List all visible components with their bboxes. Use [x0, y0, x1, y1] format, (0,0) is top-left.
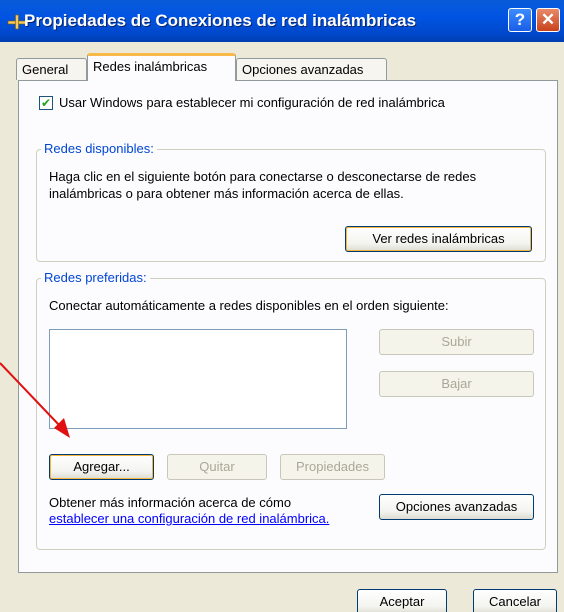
available-networks-legend: Redes disponibles: — [41, 141, 157, 156]
tab-general[interactable]: General — [16, 58, 87, 80]
preferred-networks-group: Redes preferidas: Conectar automáticamen… — [36, 270, 546, 550]
use-windows-checkbox-label[interactable]: Usar Windows para establecer mi configur… — [59, 95, 445, 110]
dialog-window: Propiedades de Conexiones de red inalámb… — [0, 0, 564, 612]
cancel-button[interactable]: Cancelar — [473, 589, 557, 612]
more-info-link[interactable]: establecer una configuración de red inal… — [49, 511, 329, 526]
advanced-options-button[interactable]: Opciones avanzadas — [379, 494, 534, 520]
preferred-networks-list[interactable] — [49, 329, 347, 429]
help-icon: ? — [514, 10, 526, 29]
view-wireless-networks-button[interactable]: Ver redes inalámbricas — [345, 226, 532, 252]
preferred-networks-text: Conectar automáticamente a redes disponi… — [49, 298, 449, 313]
preferred-networks-legend: Redes preferidas: — [41, 270, 150, 285]
window-title: Propiedades de Conexiones de red inalámb… — [24, 11, 417, 30]
move-down-button[interactable]: Bajar — [379, 371, 534, 397]
ok-button[interactable]: Aceptar — [357, 589, 447, 612]
add-button[interactable]: Agregar... — [49, 454, 154, 480]
help-button[interactable]: ? — [508, 8, 532, 32]
remove-button[interactable]: Quitar — [167, 454, 267, 480]
close-button[interactable]: ✕ — [536, 8, 560, 32]
move-up-button[interactable]: Subir — [379, 329, 534, 355]
tab-panel: ✔ Usar Windows para establecer mi config… — [18, 80, 558, 573]
available-networks-group: Redes disponibles: Haga clic en el sigui… — [36, 141, 546, 262]
tab-redes-inalambricas[interactable]: Redes inalámbricas — [87, 53, 236, 81]
use-windows-checkbox[interactable]: ✔ — [39, 96, 53, 110]
available-networks-text: Haga clic en el siguiente botón para con… — [49, 169, 477, 201]
tab-opciones-avanzadas[interactable]: Opciones avanzadas — [236, 58, 387, 80]
close-icon: ✕ — [540, 10, 556, 29]
properties-button[interactable]: Propiedades — [280, 454, 385, 480]
check-mark-icon: ✔ — [40, 96, 52, 110]
more-info-text: Obtener más información acerca de cómo — [49, 495, 292, 510]
title-bar[interactable]: Propiedades de Conexiones de red inalámb… — [0, 0, 564, 42]
